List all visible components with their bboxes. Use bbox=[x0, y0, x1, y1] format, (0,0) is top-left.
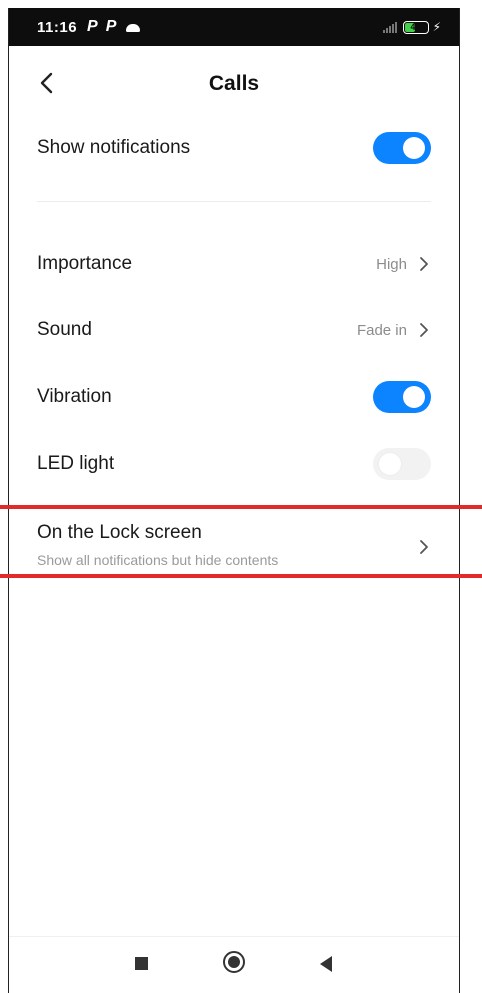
highlight-line-bottom bbox=[0, 574, 482, 578]
navigation-bar bbox=[9, 936, 459, 993]
importance-row[interactable]: Importance High bbox=[37, 244, 431, 284]
battery-icon: 45 bbox=[402, 20, 429, 34]
sound-value: Fade in bbox=[356, 321, 407, 339]
vibration-toggle[interactable] bbox=[373, 381, 431, 413]
lock-screen-label: On the Lock screen bbox=[37, 522, 202, 543]
vibration-row[interactable]: Vibration bbox=[37, 377, 431, 417]
toggle-knob bbox=[403, 137, 425, 159]
highlight-line-top bbox=[0, 505, 482, 509]
notification-app-icon: P bbox=[87, 18, 98, 35]
charging-bolt-icon: ⚡︎ bbox=[432, 20, 441, 34]
recents-square-icon[interactable] bbox=[135, 957, 148, 970]
chevron-right-icon bbox=[420, 323, 428, 337]
led-light-label: LED light bbox=[37, 453, 115, 474]
cloud-icon bbox=[126, 24, 141, 32]
vibration-label: Vibration bbox=[37, 386, 112, 407]
notification-app-icon: P bbox=[105, 18, 117, 35]
signal-icon bbox=[382, 21, 397, 33]
phone-screen: 11:16 P P 45 ⚡︎ Calls Show notifications… bbox=[8, 8, 460, 993]
toggle-knob bbox=[379, 453, 401, 475]
divider bbox=[37, 201, 431, 202]
toggle-knob bbox=[403, 386, 425, 408]
back-triangle-icon[interactable] bbox=[320, 956, 332, 972]
chevron-right-icon bbox=[420, 540, 428, 554]
importance-label: Importance bbox=[37, 253, 133, 274]
lock-screen-subtitle: Show all notifications but hide contents bbox=[37, 552, 279, 568]
led-light-toggle[interactable] bbox=[373, 448, 431, 480]
sound-label: Sound bbox=[37, 319, 92, 340]
show-notifications-row[interactable]: Show notifications bbox=[37, 128, 431, 168]
page-title: Calls bbox=[208, 72, 260, 95]
show-notifications-toggle[interactable] bbox=[373, 132, 431, 164]
status-time: 11:16 bbox=[37, 18, 78, 36]
led-light-row[interactable]: LED light bbox=[37, 444, 431, 484]
header: Calls bbox=[9, 56, 459, 116]
home-circle-icon[interactable] bbox=[223, 951, 245, 973]
show-notifications-label: Show notifications bbox=[37, 137, 191, 158]
importance-value: High bbox=[376, 255, 407, 273]
status-bar: 11:16 P P 45 ⚡︎ bbox=[9, 8, 459, 46]
lock-screen-row[interactable]: On the Lock screen Show all notification… bbox=[37, 518, 431, 578]
battery-level: 45 bbox=[410, 22, 421, 32]
sound-row[interactable]: Sound Fade in bbox=[37, 310, 431, 350]
chevron-right-icon bbox=[420, 257, 428, 271]
